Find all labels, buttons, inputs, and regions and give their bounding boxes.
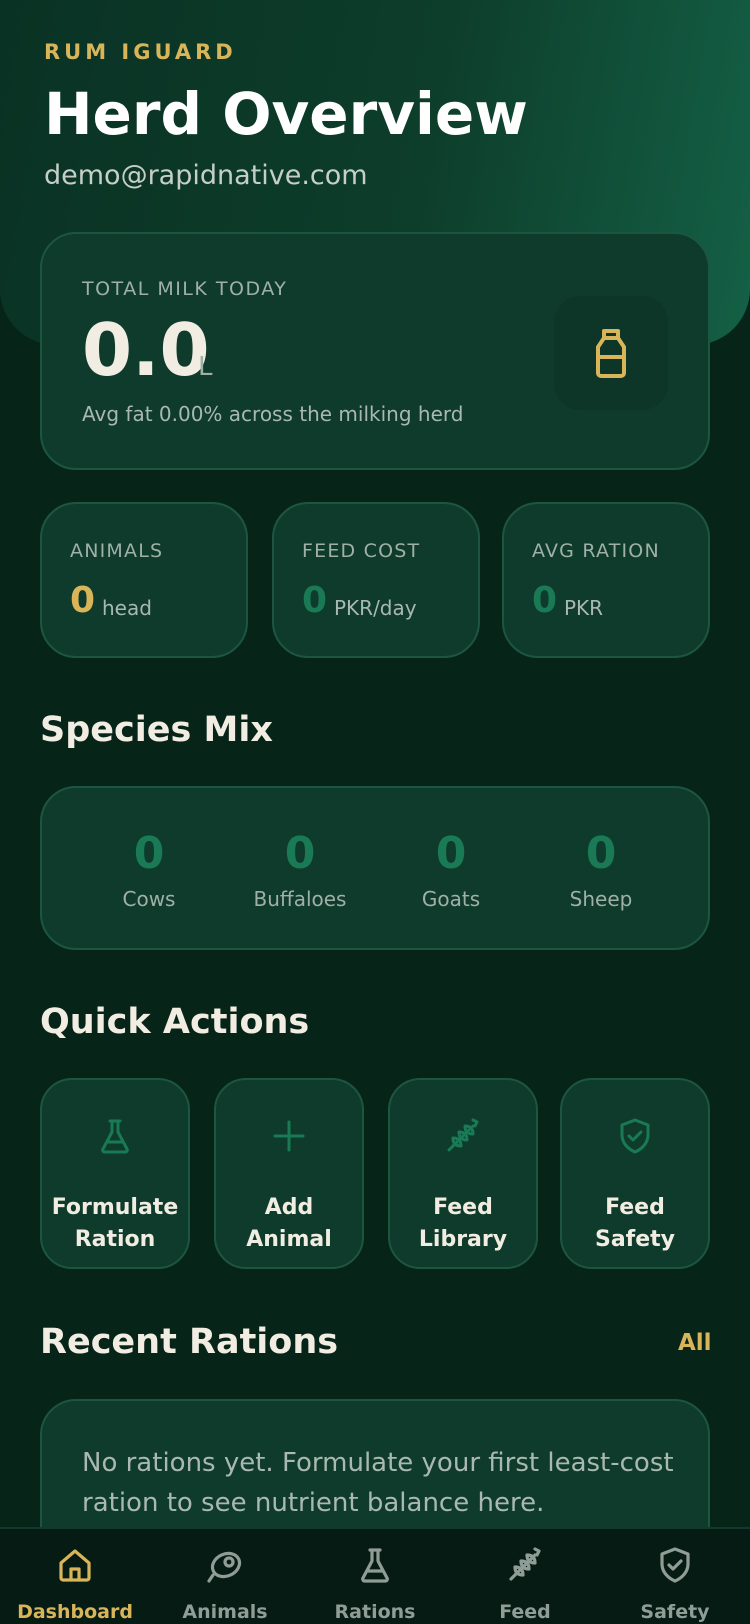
wheat-icon xyxy=(509,1547,541,1581)
shield-check-icon xyxy=(620,1118,650,1154)
quick-actions-title: Quick Actions xyxy=(40,1002,310,1042)
tab-rations[interactable]: Rations xyxy=(300,1529,450,1624)
species-count: 0 xyxy=(435,828,467,879)
animal-tag-icon xyxy=(207,1551,242,1583)
tab-label: Animals xyxy=(182,1601,268,1623)
feed-safety-button[interactable]: Feed Safety xyxy=(560,1078,710,1269)
tab-dashboard[interactable]: Dashboard xyxy=(0,1529,150,1624)
stat-card-animals: ANIMALS 0 head xyxy=(40,502,248,658)
home-icon xyxy=(59,1549,91,1582)
stat-unit: head xyxy=(102,596,152,620)
species-goats: 0 Goats xyxy=(376,828,526,911)
tab-feed[interactable]: Feed xyxy=(450,1529,600,1624)
tab-label: Safety xyxy=(640,1601,710,1623)
total-milk-value: 0.0 xyxy=(82,308,210,392)
see-all-link[interactable]: All xyxy=(678,1330,712,1356)
stat-value: 0 xyxy=(532,580,558,621)
species-count: 0 xyxy=(585,828,617,879)
total-milk-unit: L xyxy=(198,352,213,382)
flask-icon xyxy=(361,1548,389,1583)
action-label: Add Animal xyxy=(246,1195,332,1252)
user-email: demo@rapidnative.com xyxy=(44,160,368,191)
species-count: 0 xyxy=(133,828,165,879)
species-buffaloes: 0 Buffaloes xyxy=(225,828,375,911)
stat-value: 0 xyxy=(70,580,96,621)
add-animal-button[interactable]: Add Animal xyxy=(214,1078,364,1269)
plus-icon xyxy=(273,1120,305,1152)
species-label: Goats xyxy=(421,887,481,911)
stat-value: 0 xyxy=(302,580,328,621)
action-label: Feed Safety xyxy=(594,1195,676,1252)
milk-bottle-icon xyxy=(596,329,626,378)
stat-card-avg-ration: AVG RATION 0 PKR xyxy=(502,502,710,658)
action-label: Feed Library xyxy=(418,1195,508,1252)
tab-label: Rations xyxy=(334,1601,416,1623)
tab-label: Dashboard xyxy=(17,1601,133,1623)
wheat-icon xyxy=(447,1118,479,1152)
species-sheep: 0 Sheep xyxy=(526,828,676,911)
stat-label: ANIMALS xyxy=(70,540,164,562)
species-label: Cows xyxy=(122,887,176,911)
stat-card-feed-cost: FEED COST 0 PKR/day xyxy=(272,502,480,658)
shield-check-icon xyxy=(660,1547,690,1583)
empty-state-text: No rations yet. Formulate your first lea… xyxy=(82,1448,674,1518)
stat-unit: PKR xyxy=(564,596,604,620)
tab-label: Feed xyxy=(499,1601,551,1623)
species-mix-title: Species Mix xyxy=(40,710,273,750)
stat-unit: PKR/day xyxy=(334,596,417,620)
species-cows: 0 Cows xyxy=(74,828,224,911)
species-mix-card: 0 Cows 0 Buffaloes 0 Goats 0 Sheep xyxy=(40,786,710,950)
flask-icon xyxy=(101,1119,129,1154)
species-count: 0 xyxy=(284,828,316,879)
tab-safety[interactable]: Safety xyxy=(600,1529,750,1624)
brand-name: RUM IGUARD xyxy=(44,40,237,64)
total-milk-label: TOTAL MILK TODAY xyxy=(82,278,288,300)
stat-label: AVG RATION xyxy=(532,540,660,562)
formulate-ration-button[interactable]: Formulate Ration xyxy=(40,1078,190,1269)
action-label: Formulate Ration xyxy=(51,1195,179,1252)
page-title: Herd Overview xyxy=(44,80,528,148)
tab-animals[interactable]: Animals xyxy=(150,1529,300,1624)
recent-rations-title: Recent Rations xyxy=(40,1322,339,1362)
milk-icon-container xyxy=(554,296,668,410)
species-label: Buffaloes xyxy=(253,887,347,911)
stat-label: FEED COST xyxy=(302,540,421,562)
species-label: Sheep xyxy=(569,887,633,911)
avg-fat-text: Avg fat 0.00% across the milking herd xyxy=(82,402,464,426)
feed-library-button[interactable]: Feed Library xyxy=(388,1078,538,1269)
bottom-tab-bar: Dashboard Animals Rations Feed Safety xyxy=(0,1527,750,1624)
total-milk-card: TOTAL MILK TODAY 0.0 L Avg fat 0.00% acr… xyxy=(40,232,710,470)
